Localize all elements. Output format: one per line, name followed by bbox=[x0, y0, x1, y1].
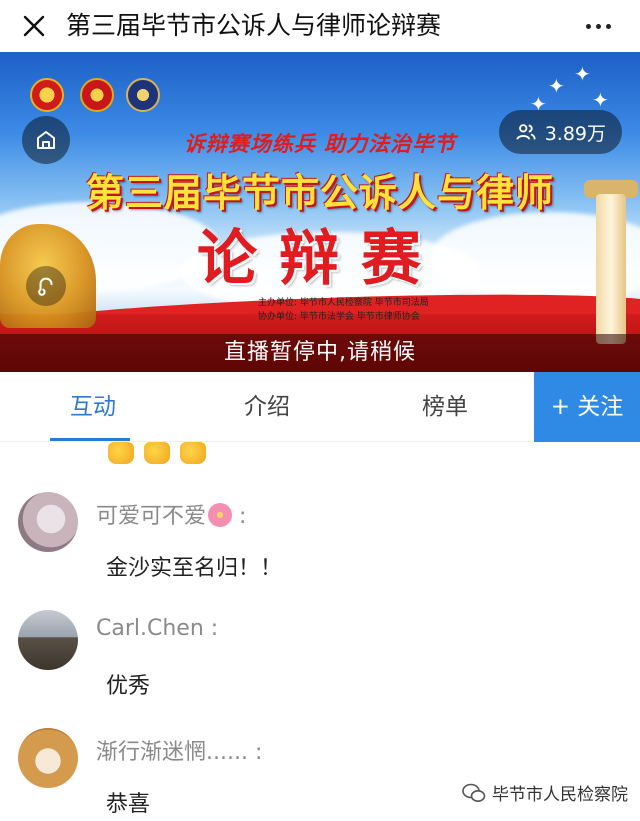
tab-ranking[interactable]: 榜单 bbox=[400, 372, 490, 442]
tab-introduction[interactable]: 介绍 bbox=[222, 372, 312, 442]
username-text: 可爱可不爱 bbox=[96, 504, 207, 529]
live-status: 直播暂停中,请稍候 bbox=[0, 334, 640, 372]
organizers: 主办单位: 毕节市人民检察院 毕节市司法局 协办单位: 毕节市法学会 毕节市律师… bbox=[258, 296, 429, 324]
co-organizer-line: 协办单位: 毕节市法学会 毕节市律师协会 bbox=[258, 312, 420, 322]
tab-bar: 互动 介绍 榜单 + 关注 bbox=[0, 372, 640, 442]
organizer-line: 主办单位: 毕节市人民检察院 毕节市司法局 bbox=[258, 298, 429, 308]
dove-icon: ✦ bbox=[548, 74, 565, 98]
more-icon[interactable] bbox=[578, 6, 618, 46]
comment-item: 渐行渐迷惘...... : 恭喜 bbox=[0, 728, 640, 821]
comment-item: Carl.Chen : 优秀 bbox=[0, 610, 640, 730]
live-link-icon[interactable] bbox=[26, 266, 66, 306]
banner-big-title: 论辩赛 bbox=[197, 224, 443, 294]
avatar[interactable] bbox=[18, 492, 78, 552]
tab-interaction[interactable]: 互动 bbox=[48, 372, 138, 442]
banner-slogan: 诉辩赛场练兵 助力法治毕节 bbox=[183, 131, 457, 156]
lawyer-association-emblem bbox=[126, 78, 160, 112]
page-title: 第三届毕节市公诉人与律师论辩赛 bbox=[66, 11, 442, 40]
avatar[interactable] bbox=[18, 610, 78, 670]
comment-username: 渐行渐迷惘...... : bbox=[96, 740, 263, 765]
avatar[interactable] bbox=[18, 728, 78, 788]
follow-button[interactable]: + 关注 bbox=[534, 372, 640, 442]
thumbs-up-icon bbox=[108, 442, 134, 464]
active-tab-indicator bbox=[50, 438, 130, 441]
banner-main-title: 第三届毕节市公诉人与律师 bbox=[85, 171, 554, 215]
court-emblem bbox=[80, 78, 114, 112]
username-suffix: : bbox=[232, 504, 247, 529]
flower-emoji-icon bbox=[208, 503, 233, 527]
comment-item: 可爱可不爱 : 金沙实至名归！！ bbox=[0, 492, 640, 612]
procuratorate-emblem bbox=[30, 78, 64, 112]
dove-icon: ✦ bbox=[592, 88, 609, 112]
live-banner: ✦ ✦ ✦ ✦ 3.89万 诉辩赛场练兵 助力法治毕节 第三届毕节市公诉人与律师… bbox=[0, 52, 640, 372]
watermark: 毕节市人民检察院 bbox=[462, 780, 628, 805]
comment-list[interactable]: 可爱可不爱 : 金沙实至名归！！ Carl.Chen : 优秀 渐行渐迷惘...… bbox=[0, 442, 640, 821]
thumbs-up-icon bbox=[144, 442, 170, 464]
dove-icon: ✦ bbox=[574, 62, 591, 86]
thumbs-up-row bbox=[108, 442, 206, 464]
comment-message: 优秀 bbox=[106, 674, 151, 699]
wechat-icon bbox=[462, 783, 486, 802]
watermark-text: 毕节市人民检察院 bbox=[492, 785, 628, 805]
top-bar: 第三届毕节市公诉人与律师论辩赛 bbox=[0, 0, 640, 52]
comment-message: 金沙实至名归！！ bbox=[106, 556, 283, 581]
comment-message: 恭喜 bbox=[106, 792, 151, 817]
comment-username: 可爱可不爱 : bbox=[96, 498, 246, 530]
comment-username: Carl.Chen : bbox=[96, 616, 219, 641]
close-icon[interactable] bbox=[14, 6, 54, 46]
thumbs-up-icon bbox=[180, 442, 206, 464]
